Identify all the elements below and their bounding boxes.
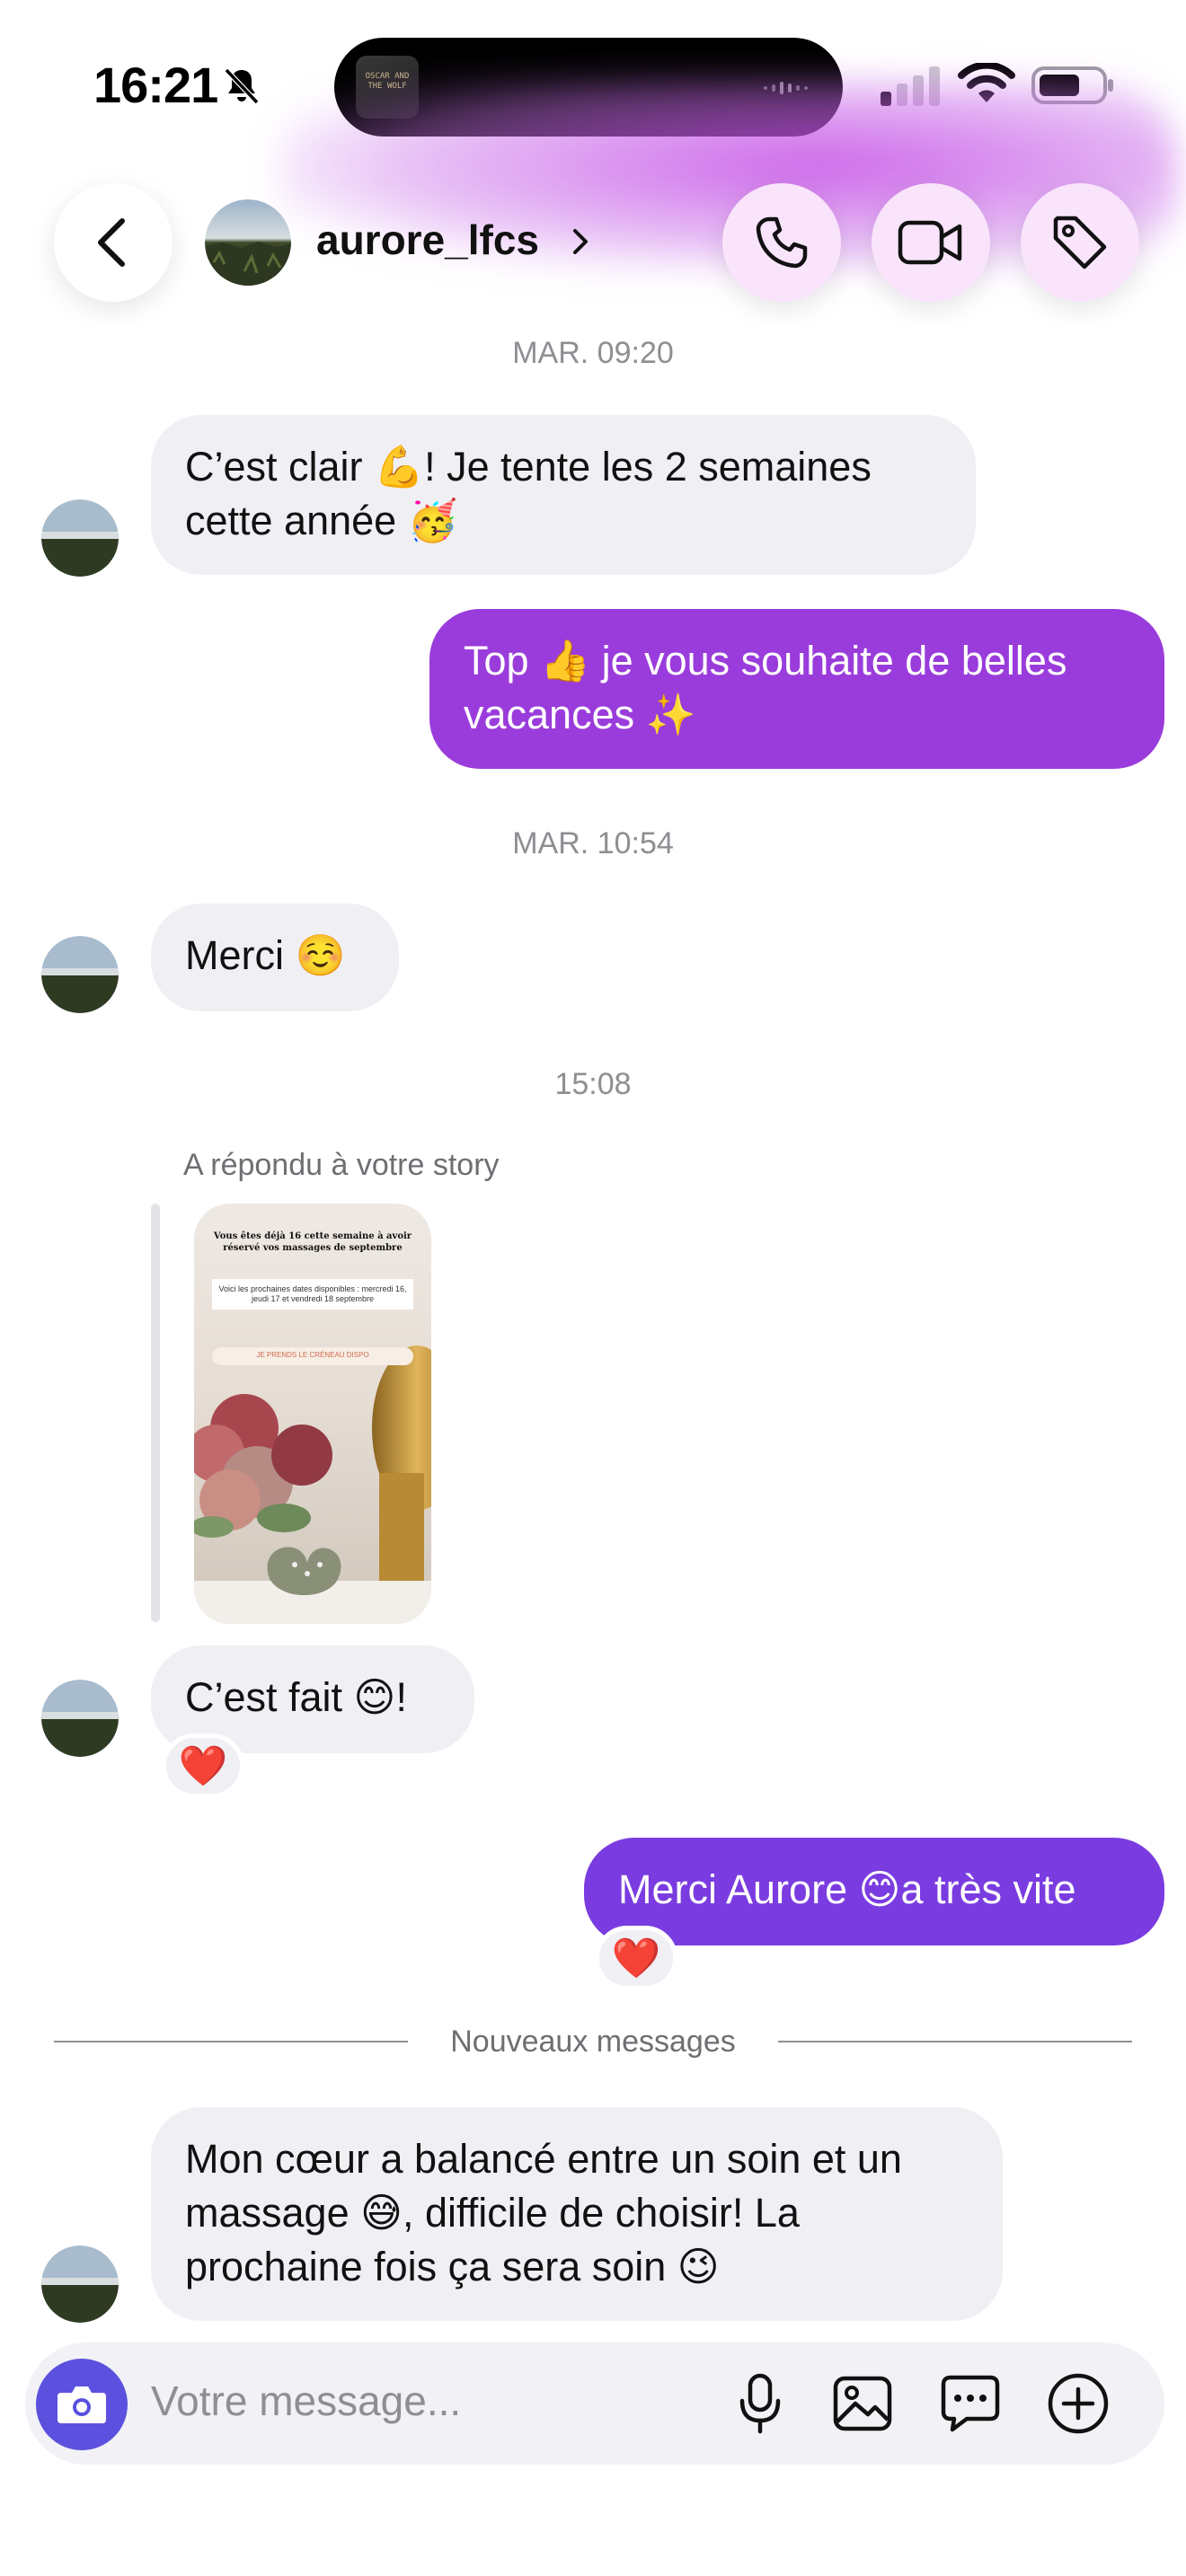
message-text: C’est clair 💪! Je tente les 2 semaines	[185, 444, 872, 490]
contact-username[interactable]: aurore_lfcs	[316, 216, 539, 264]
reaction-badge[interactable]: ❤️	[595, 1926, 677, 1990]
timestamp: MAR. 09:20	[512, 336, 674, 370]
sender-avatar[interactable]	[41, 1680, 119, 1757]
bell-muted-icon	[224, 67, 260, 105]
story-title: Vous êtes déjà 16 cette semaine à avoir …	[213, 1231, 412, 1253]
sticker-chat-icon	[941, 2375, 1000, 2432]
timestamp: MAR. 10:54	[512, 826, 674, 860]
message-bubble-outgoing[interactable]: Merci Aurore 😊a très vite	[584, 1838, 1164, 1945]
new-messages-divider: Nouveaux messages	[450, 2025, 736, 2059]
story-reply-label: A répondu à votre story	[183, 1148, 500, 1182]
add-icon	[1048, 2373, 1109, 2434]
message-input[interactable]: Votre message...	[151, 2377, 461, 2425]
message-text: Top 👍 je vous souhaite de belles	[464, 638, 1067, 684]
add-button[interactable]	[1042, 2368, 1114, 2439]
microphone-icon	[739, 2373, 781, 2434]
story-dates: Voici les prochaines dates disponibles :…	[212, 1279, 413, 1310]
story-tag: JE PRENDS LE CRÉNEAU DISPO	[256, 1351, 369, 1359]
message-text: Mon cœur a balancé entre un soin et un	[185, 2136, 902, 2182]
message-text: massage 😅, difficile de choisir! La	[185, 2190, 800, 2236]
contact-avatar[interactable]	[205, 199, 291, 286]
message-text: Merci Aurore 😊a très vite	[618, 1866, 1076, 1912]
camera-button[interactable]	[36, 2359, 128, 2450]
chevron-right-icon[interactable]	[570, 225, 591, 258]
message-text: C’est fait 😊!	[185, 1674, 407, 1720]
story-preview[interactable]: Vous êtes déjà 16 cette semaine à avoir …	[194, 1204, 431, 1624]
sticker-chat-button[interactable]	[934, 2368, 1006, 2439]
sender-avatar[interactable]	[41, 936, 119, 1013]
audio-call-button[interactable]	[722, 183, 841, 302]
video-call-button[interactable]	[872, 183, 990, 302]
tag-icon	[1053, 216, 1107, 269]
sender-avatar[interactable]	[41, 2245, 119, 2323]
timestamp: 15:08	[554, 1067, 632, 1101]
heart-reaction-icon: ❤️	[178, 1743, 228, 1789]
video-camera-icon	[898, 220, 962, 265]
camera-icon	[58, 2386, 106, 2423]
message-bubble-incoming[interactable]: Merci ☺️	[151, 904, 399, 1011]
status-time: 16:21	[93, 57, 218, 113]
reply-quote-bar	[151, 1204, 160, 1622]
gallery-button[interactable]	[827, 2368, 898, 2439]
reaction-badge[interactable]: ❤️	[162, 1734, 244, 1798]
message-text: cette année 🥳	[185, 498, 458, 543]
phone-icon	[756, 216, 808, 269]
story-image	[194, 1204, 431, 1624]
message-text: Merci ☺️	[185, 932, 346, 978]
gallery-icon	[833, 2376, 892, 2431]
microphone-button[interactable]	[724, 2368, 796, 2439]
message-bubble-incoming[interactable]: Mon cœur a balancé entre un soin et un m…	[151, 2107, 1003, 2321]
message-bubble-outgoing[interactable]: Top 👍 je vous souhaite de belles vacance…	[429, 609, 1164, 769]
tag-button[interactable]	[1021, 183, 1139, 302]
sender-avatar[interactable]	[41, 499, 119, 577]
message-bubble-incoming[interactable]: C’est clair 💪! Je tente les 2 semaines c…	[151, 415, 976, 575]
back-button[interactable]	[54, 183, 173, 302]
message-text: prochaine fois ça sera soin 😉	[185, 2244, 720, 2289]
heart-reaction-icon: ❤️	[611, 1936, 661, 1981]
back-arrow-icon	[98, 218, 125, 267]
message-text: vacances ✨	[464, 692, 696, 737]
